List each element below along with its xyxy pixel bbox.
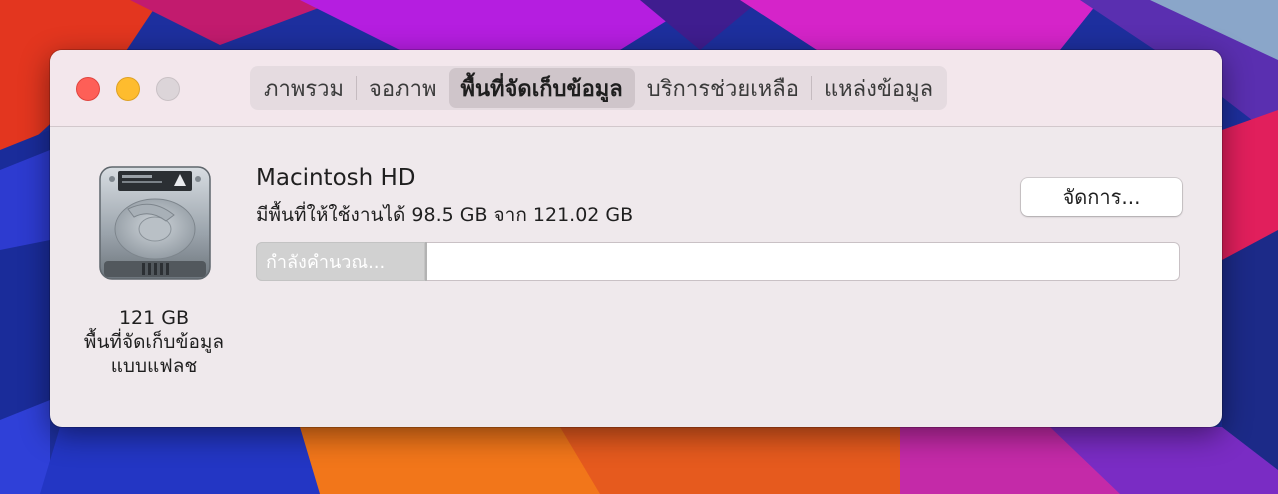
tab-bar: ภาพรวม จอภาพ พื้นที่จัดเก็บข้อมูล บริการ… xyxy=(250,66,948,110)
volume-name: Macintosh HD xyxy=(256,165,416,191)
tab-overview[interactable]: ภาพรวม xyxy=(252,68,356,108)
hard-drive-icon xyxy=(94,163,216,287)
disk-capacity: 121 GB xyxy=(118,307,190,329)
about-this-mac-window: ภาพรวม จอภาพ พื้นที่จัดเก็บข้อมูล บริการ… xyxy=(50,50,1222,427)
storage-usage-bar: กำลังคำนวณ... xyxy=(256,242,1180,281)
manage-button[interactable]: จัดการ... xyxy=(1021,178,1182,216)
tab-resources[interactable]: แหล่งข้อมูล xyxy=(812,68,945,108)
volume-available-space: มีพื้นที่ให้ใช้งานได้ 98.5 GB จาก 121.02… xyxy=(256,204,634,226)
disk-type-line2: แบบแฟลช xyxy=(110,355,198,377)
close-button[interactable] xyxy=(76,77,100,101)
usage-segment-calculating: กำลังคำนวณ... xyxy=(256,242,427,281)
tab-support[interactable]: บริการช่วยเหลือ xyxy=(635,68,811,108)
disk-type-line1: พื้นที่จัดเก็บข้อมูล xyxy=(83,331,225,353)
disk-caption: 121 GB พื้นที่จัดเก็บข้อมูล แบบแฟลช xyxy=(64,306,244,378)
zoom-button xyxy=(156,77,180,101)
window-titlebar: ภาพรวม จอภาพ พื้นที่จัดเก็บข้อมูล บริการ… xyxy=(50,50,1222,127)
tab-displays[interactable]: จอภาพ xyxy=(357,68,448,108)
minimize-button[interactable] xyxy=(116,77,140,101)
tab-storage[interactable]: พื้นที่จัดเก็บข้อมูล xyxy=(448,68,635,108)
